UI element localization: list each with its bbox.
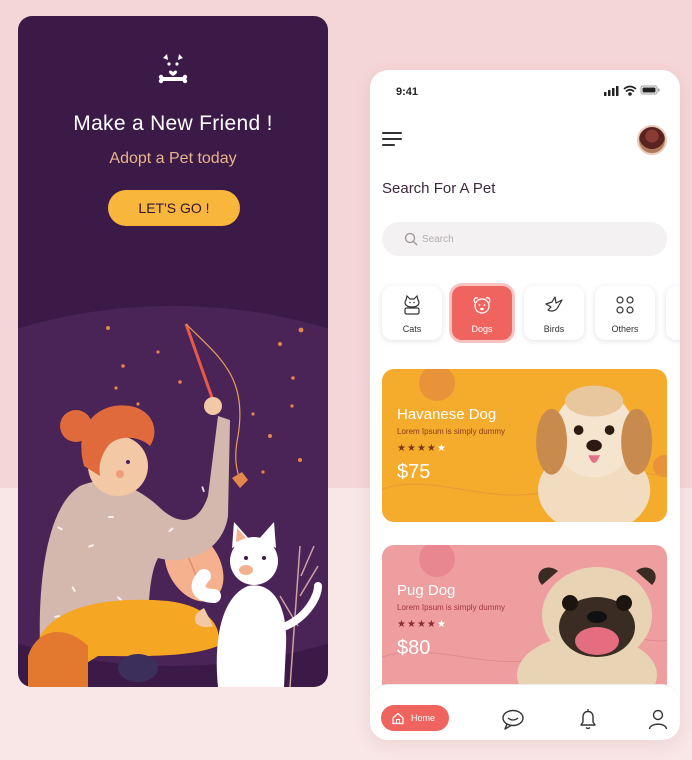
bell-icon[interactable] (576, 707, 600, 731)
nav-home-button[interactable]: Home (381, 705, 449, 731)
onboarding-screen: Make a New Friend ! Adopt a Pet today LE… (18, 16, 328, 687)
category-label: Birds (543, 324, 565, 334)
search-screen: 9:41 Search For A Pet Search Cats Dogs B… (370, 70, 680, 740)
user-avatar[interactable] (637, 125, 667, 155)
bird-icon (545, 296, 563, 312)
search-icon (404, 232, 418, 246)
star-icon: ★ (426, 443, 437, 454)
girl-with-cat-illustration (18, 306, 328, 687)
category-more[interactable] (666, 286, 680, 340)
others-icon (616, 296, 634, 314)
lets-go-button[interactable]: LET'S GO ! (108, 190, 240, 226)
bottom-navigation: Home (370, 684, 680, 740)
pet-name: Pug Dog (397, 582, 456, 599)
pet-price: $80 (397, 637, 431, 659)
category-dogs[interactable]: Dogs (452, 286, 512, 340)
status-time: 9:41 (396, 86, 419, 98)
star-icon: ★ (426, 619, 437, 630)
pet-price: $75 (397, 461, 431, 483)
nav-home-label: Home (411, 713, 436, 723)
category-label: Others (611, 324, 639, 334)
havanese-dog-image (536, 385, 653, 522)
star-icon: ★ (397, 619, 407, 630)
profile-icon[interactable] (646, 707, 670, 731)
pug-dog-image (517, 567, 657, 695)
dog-icon (473, 297, 491, 314)
battery-icon (640, 85, 660, 95)
home-icon (392, 712, 404, 725)
search-bar (382, 222, 667, 256)
cat-icon (404, 294, 420, 315)
pet-card[interactable]: Pug Dog Lorem Ipsum is simply dummy ★★★★… (382, 545, 667, 698)
status-bar-icons (604, 85, 660, 96)
category-label: Cats (402, 324, 422, 334)
hamburger-menu-icon[interactable] (382, 132, 402, 146)
category-cats[interactable]: Cats (382, 286, 442, 340)
chat-icon[interactable] (501, 707, 525, 731)
pet-description: Lorem Ipsum is simply dummy (397, 603, 506, 612)
pet-rating: ★★★★★ (397, 443, 447, 454)
star-icon: ★ (416, 619, 427, 630)
category-others[interactable]: Others (595, 286, 655, 340)
pet-name: Havanese Dog (397, 406, 497, 423)
search-input[interactable] (422, 222, 652, 256)
category-birds[interactable]: Birds (524, 286, 584, 340)
star-icon: ★ (436, 619, 447, 630)
star-icon: ★ (406, 443, 417, 454)
dog-bone-logo-icon (158, 54, 188, 84)
pet-card[interactable]: Havanese Dog Lorem Ipsum is simply dummy… (382, 369, 667, 522)
welcome-title: Make a New Friend ! (73, 112, 273, 135)
signal-icon (604, 86, 619, 96)
welcome-subtitle: Adopt a Pet today (109, 150, 237, 167)
star-icon: ★ (406, 619, 417, 630)
pet-description: Lorem Ipsum is simply dummy (397, 427, 506, 436)
page-title: Search For A Pet (382, 180, 496, 197)
star-icon: ★ (397, 443, 407, 454)
star-icon: ★ (436, 443, 447, 454)
category-label: Dogs (471, 324, 493, 334)
pet-rating: ★★★★★ (397, 619, 447, 630)
wifi-icon (623, 85, 637, 96)
star-icon: ★ (416, 443, 427, 454)
